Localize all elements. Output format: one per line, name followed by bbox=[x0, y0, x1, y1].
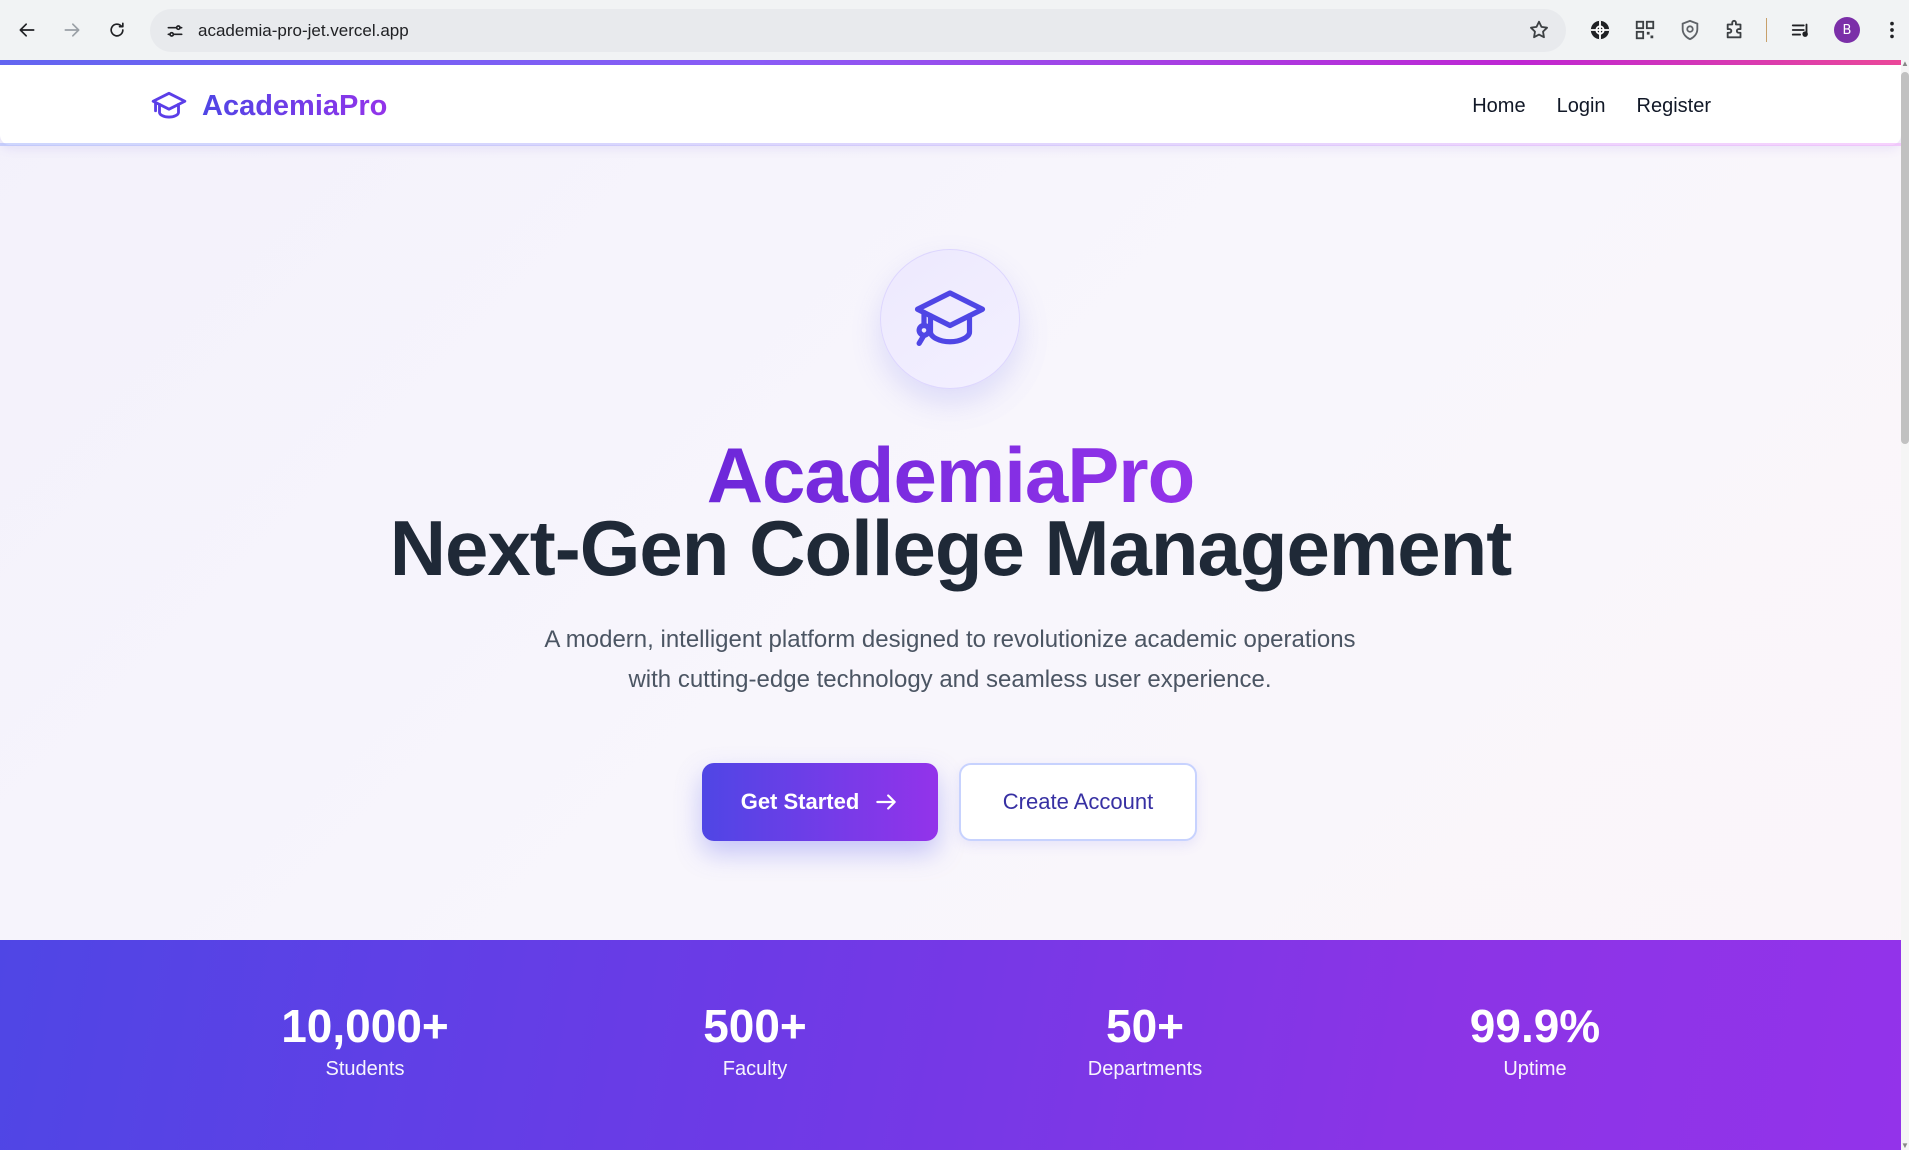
header-underline bbox=[0, 143, 1901, 146]
extensions-puzzle-icon[interactable] bbox=[1721, 16, 1749, 44]
graduation-cap-icon bbox=[151, 91, 187, 119]
nav-home-link[interactable]: Home bbox=[1472, 95, 1525, 118]
stat-students: 10,000+ Students bbox=[235, 1000, 495, 1081]
main-nav: Home Login Register bbox=[1472, 95, 1711, 118]
stat-label: Departments bbox=[1087, 1058, 1203, 1080]
extension-globe-icon[interactable] bbox=[1586, 16, 1614, 44]
stat-faculty: 500+ Faculty bbox=[625, 1000, 885, 1081]
hero-icon-badge bbox=[880, 249, 1020, 389]
stat-uptime: 99.9% Uptime bbox=[1405, 1000, 1665, 1081]
stat-value: 50+ bbox=[1105, 1000, 1185, 1052]
back-icon bbox=[19, 23, 35, 37]
nav-register-link[interactable]: Register bbox=[1637, 95, 1711, 118]
scrollbar-thumb[interactable] bbox=[1901, 72, 1909, 444]
nav-login-link[interactable]: Login bbox=[1557, 95, 1606, 118]
stats-band: 10,000+ Students 500+ Faculty 50+ Depart… bbox=[0, 940, 1901, 1150]
stat-value: 99.9% bbox=[1469, 1000, 1601, 1052]
get-started-label: Get Started bbox=[740, 789, 860, 814]
get-started-button[interactable]: Get Started bbox=[702, 763, 938, 841]
stat-value: 500+ bbox=[703, 1000, 807, 1052]
stat-label: Students bbox=[325, 1058, 405, 1080]
profile-avatar[interactable]: B bbox=[1834, 17, 1860, 43]
stat-value: 10,000+ bbox=[281, 1000, 449, 1052]
media-queue-icon[interactable] bbox=[1787, 16, 1815, 44]
page-viewport: AcademiaPro Home Login Register Academia… bbox=[0, 60, 1901, 1150]
reload-button[interactable] bbox=[101, 14, 133, 46]
more-menu-icon[interactable] bbox=[1878, 16, 1906, 44]
address-bar[interactable]: academia-pro-jet.vercel.app bbox=[150, 9, 1566, 52]
scroll-up-arrow[interactable]: ▲ bbox=[1901, 60, 1909, 68]
hero-subtitle: A modern, intelligent platform designed … bbox=[544, 626, 1356, 693]
graduation-cap-icon bbox=[914, 290, 986, 346]
brand-link[interactable]: AcademiaPro bbox=[150, 87, 387, 125]
page-scrollbar[interactable]: ▲ ▼ bbox=[1901, 60, 1909, 1150]
stat-departments: 50+ Departments bbox=[1015, 1000, 1275, 1081]
forward-button[interactable] bbox=[56, 14, 88, 46]
site-info-icon[interactable] bbox=[162, 18, 188, 44]
brand-name: AcademiaPro bbox=[202, 89, 388, 122]
scroll-down-arrow[interactable]: ▼ bbox=[1901, 1142, 1909, 1150]
bookmark-star-icon[interactable] bbox=[1528, 19, 1550, 41]
reload-icon bbox=[110, 22, 124, 37]
forward-icon bbox=[64, 23, 80, 37]
extension-qr-icon[interactable] bbox=[1631, 16, 1659, 44]
back-button[interactable] bbox=[11, 14, 43, 46]
stat-label: Faculty bbox=[722, 1058, 788, 1080]
browser-toolbar: academia-pro-jet.vercel.app B bbox=[0, 0, 1909, 60]
arrow-right-icon bbox=[876, 794, 897, 810]
create-account-button[interactable]: Create Account bbox=[959, 763, 1197, 841]
url-text[interactable]: academia-pro-jet.vercel.app bbox=[198, 21, 409, 41]
hero-title: Next-Gen College Management bbox=[389, 504, 1513, 592]
site-header: AcademiaPro Home Login Register bbox=[0, 65, 1901, 145]
extension-shield-icon[interactable] bbox=[1676, 16, 1704, 44]
stat-label: Uptime bbox=[1503, 1058, 1567, 1080]
